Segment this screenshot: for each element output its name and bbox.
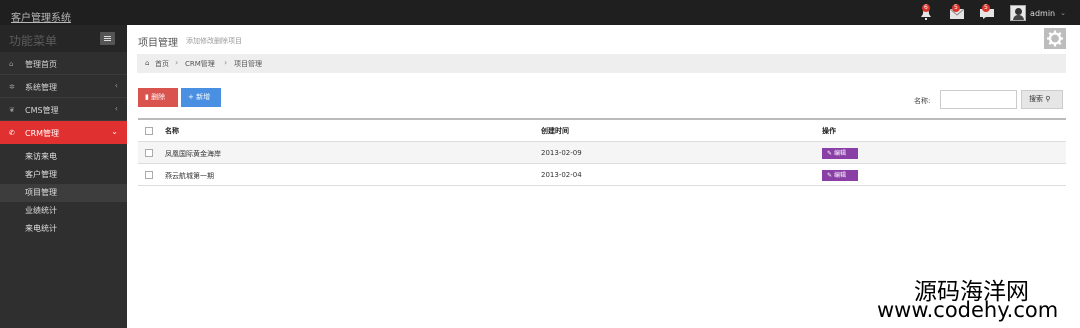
breadcrumb-separator: › (224, 58, 228, 67)
edit-icon: ✎ (827, 150, 833, 157)
breadcrumb-current: 项目管理 (234, 60, 262, 68)
project-created-date: 2013-02-09 (541, 149, 582, 157)
user-name[interactable]: admin (1030, 9, 1055, 18)
sidebar-toggle-button[interactable] (100, 32, 115, 45)
trash-icon: ▮ (145, 93, 149, 101)
brand-link[interactable]: 客户管理系统 (11, 9, 71, 24)
search-icon: ⚲ (1045, 95, 1051, 103)
column-header-created[interactable]: 创建时间 (541, 126, 569, 136)
watermark-url: www.codehy.com (877, 298, 1059, 322)
sidebar-item-cms[interactable]: ❦ CMS管理 ‹ (0, 98, 127, 121)
sidebar-item-label: 管理首页 (25, 60, 57, 69)
breadcrumb: ⌂ 首页 › CRM管理 › 项目管理 (137, 54, 1066, 73)
project-created-date: 2013-02-04 (541, 171, 582, 179)
gear-icon: ✲ (9, 83, 15, 91)
sidebar-item-label: CMS管理 (25, 106, 59, 115)
sidebar-subitem-performance[interactable]: 业绩统计 (0, 202, 127, 220)
sidebar-subitem-call-stats[interactable]: 来电统计 (0, 220, 127, 238)
top-right-tools: 6 5 5 admin ⌄ (920, 4, 1066, 22)
gear-icon (1047, 30, 1063, 47)
project-name: 燕云航城第一期 (165, 172, 214, 180)
notification-count-badge: 6 (922, 4, 930, 12)
sidebar-item-home[interactable]: ⌂ 管理首页 (0, 52, 127, 75)
top-bar: 客户管理系统 6 5 5 admin ⌄ (0, 0, 1080, 25)
select-all-checkbox[interactable] (145, 127, 153, 135)
chevron-down-icon[interactable]: ⌄ (1060, 9, 1066, 17)
table-row: 凤凰国际黄金海岸 2013-02-09 ✎ 编辑 (138, 142, 1066, 164)
phone-icon: ✆ (9, 129, 15, 137)
task-count-badge: 5 (982, 4, 990, 12)
add-button[interactable]: + 新增 (181, 88, 221, 107)
sidebar-item-label: CRM管理 (25, 129, 60, 138)
sidebar-title: 功能菜单 (9, 34, 58, 48)
sidebar: 功能菜单 ⌂ 管理首页 ✲ 系统管理 ‹ ❦ CMS管理 ‹ ✆ CRM管理 ⌄… (0, 25, 127, 328)
column-header-actions: 操作 (822, 127, 836, 135)
sidebar-subitem-customers[interactable]: 客户管理 (0, 166, 127, 184)
search-button[interactable]: 搜索 ⚲ (1021, 90, 1063, 109)
sidebar-header: 功能菜单 (0, 25, 127, 52)
breadcrumb-home[interactable]: 首页 (155, 59, 169, 69)
chevron-left-icon: ‹ (114, 104, 118, 113)
page-subtitle: 添加修改删除项目 (186, 37, 242, 45)
edit-label: 编辑 (833, 150, 846, 157)
edit-button[interactable]: ✎ 编辑 (822, 148, 858, 159)
breadcrumb-crm[interactable]: CRM管理 (185, 59, 215, 69)
page-title: 项目管理 (138, 38, 178, 49)
edit-icon: ✎ (827, 172, 833, 179)
edit-label: 编辑 (833, 172, 846, 179)
sidebar-subitem-visits[interactable]: 来访来电 (0, 148, 127, 166)
row-checkbox[interactable] (145, 171, 153, 179)
avatar[interactable] (1010, 5, 1027, 21)
leaf-icon: ❦ (9, 106, 15, 114)
chevron-left-icon: ‹ (114, 81, 118, 90)
sidebar-item-crm[interactable]: ✆ CRM管理 ⌄ (0, 121, 127, 144)
notifications-button[interactable]: 6 (920, 4, 936, 20)
project-table: 名称 创建时间 操作 凤凰国际黄金海岸 2013-02-09 ✎ 编辑 燕云航城… (138, 118, 1066, 186)
chevron-down-icon: ⌄ (111, 127, 118, 136)
search-input[interactable] (940, 90, 1017, 109)
tasks-button[interactable]: 5 (980, 4, 996, 20)
row-checkbox[interactable] (145, 149, 153, 157)
settings-button[interactable] (1044, 28, 1066, 49)
sidebar-item-label: 系统管理 (25, 83, 57, 92)
sidebar-subitem-projects[interactable]: 项目管理 (0, 184, 127, 202)
table-row: 燕云航城第一期 2013-02-04 ✎ 编辑 (138, 164, 1066, 186)
messages-button[interactable]: 5 (950, 4, 966, 20)
message-count-badge: 5 (952, 4, 960, 12)
column-header-name[interactable]: 名称 (165, 126, 179, 136)
breadcrumb-separator: › (175, 58, 179, 67)
add-label: 新增 (196, 93, 211, 101)
home-icon: ⌂ (145, 59, 150, 67)
edit-button[interactable]: ✎ 编辑 (822, 170, 858, 181)
delete-label: 删除 (151, 93, 166, 101)
plus-icon: + (188, 93, 194, 101)
delete-button[interactable]: ▮ 删除 (138, 88, 178, 107)
search-button-label: 搜索 (1029, 95, 1043, 103)
crm-submenu: 来访来电 客户管理 项目管理 业绩统计 来电统计 (0, 144, 127, 238)
home-icon: ⌂ (9, 60, 14, 68)
table-header-row: 名称 创建时间 操作 (138, 120, 1066, 142)
sidebar-item-system[interactable]: ✲ 系统管理 ‹ (0, 75, 127, 98)
project-name: 凤凰国际黄金海岸 (165, 150, 221, 158)
search-label: 名称: (914, 97, 931, 105)
